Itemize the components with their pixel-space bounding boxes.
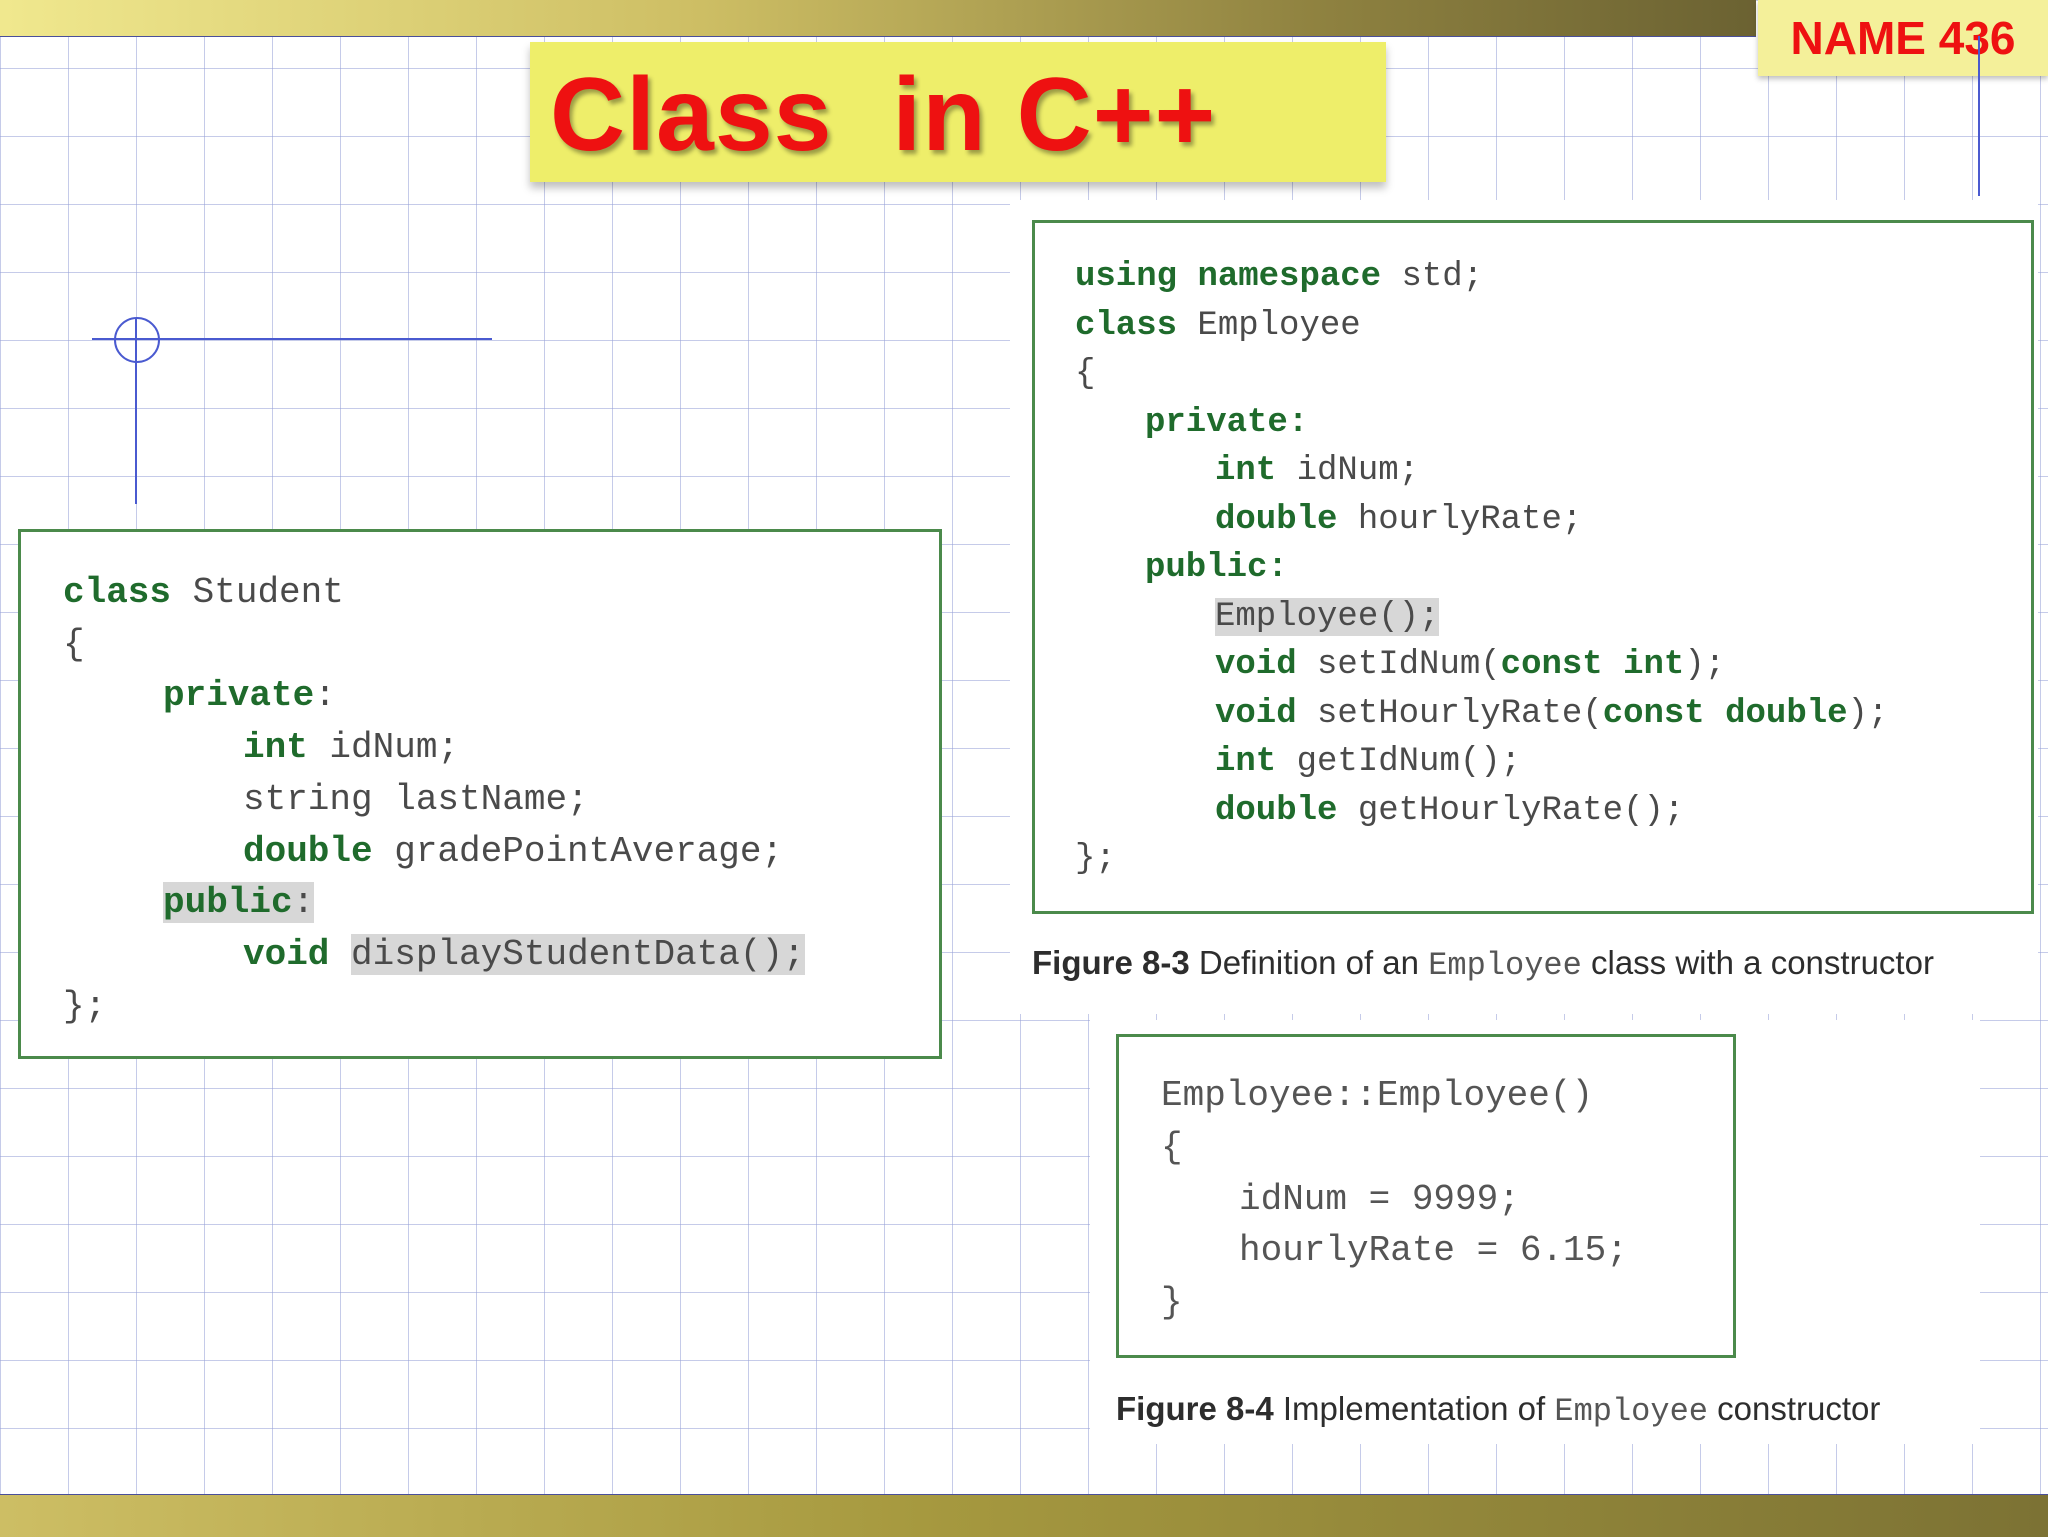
code-line: double gradePointAverage; — [243, 831, 783, 872]
code-line: int getIdNum(); — [1215, 743, 1521, 781]
code-line: using namespace std; — [1075, 258, 1483, 296]
top-decorative-bar — [0, 0, 1756, 37]
keyword: int — [1215, 452, 1277, 490]
code-text: Student — [171, 572, 344, 613]
code-text: getIdNum(); — [1276, 743, 1522, 781]
code-line: void setIdNum(const int); — [1215, 646, 1725, 684]
code-line: public: — [1145, 549, 1288, 587]
title-banner: Class in C++ — [530, 42, 1386, 182]
code-line: void setHourlyRate(const double); — [1215, 695, 1888, 733]
code-line: Employee(); — [1215, 598, 1440, 636]
code-line: { — [63, 624, 85, 665]
keyword: const int — [1500, 646, 1685, 684]
keyword: double — [1215, 792, 1338, 830]
keyword: private — [1145, 404, 1288, 442]
code-text: : — [314, 675, 336, 716]
code-line: }; — [63, 986, 106, 1027]
caption-text: constructor — [1707, 1390, 1881, 1427]
code-line: { — [1075, 355, 1095, 393]
keyword: const double — [1602, 695, 1848, 733]
keyword: public — [163, 882, 293, 923]
code-text: }; — [63, 986, 107, 1027]
code-text: ); — [1847, 695, 1889, 733]
code-text: }; — [1075, 840, 1116, 878]
employee-code-box: using namespace std; class Employee { pr… — [1032, 220, 2034, 914]
code-text: idNum = 9999; — [1239, 1179, 1520, 1220]
keyword: void — [1215, 646, 1297, 684]
bottom-decorative-bar — [0, 1494, 2048, 1537]
keyword: double — [243, 831, 373, 872]
code-line: class Student — [63, 572, 344, 613]
keyword: namespace — [1197, 258, 1382, 296]
slide-title: Class in C++ — [550, 57, 1217, 173]
code-line: string lastName; — [243, 779, 589, 820]
code-line: class Employee — [1075, 307, 1361, 345]
code-text: string lastName; — [243, 779, 589, 820]
code-text: gradePointAverage; — [372, 831, 784, 872]
code-text: : — [292, 882, 315, 923]
code-line: { — [1161, 1127, 1183, 1168]
code-text: hourlyRate; — [1337, 501, 1583, 539]
crosshair-circle-icon — [114, 317, 160, 363]
constructor-code-box: Employee::Employee() { idNum = 9999; hou… — [1116, 1034, 1736, 1358]
caption-code: Employee — [1428, 947, 1582, 984]
figure-label: Figure 8-3 — [1032, 944, 1190, 981]
code-text: { — [63, 624, 85, 665]
code-line: int idNum; — [243, 727, 459, 768]
figure-8-3-caption: Figure 8-3 Definition of an Employee cla… — [1032, 944, 1934, 984]
keyword: int — [243, 727, 308, 768]
code-text: Employee — [1177, 307, 1361, 345]
name-badge: NAME 436 — [1758, 0, 2048, 76]
code-line: }; — [1075, 840, 1116, 878]
code-text: Employee::Employee() — [1161, 1075, 1594, 1116]
code-text: : — [1267, 549, 1288, 587]
code-text: { — [1161, 1127, 1183, 1168]
code-text: : — [1287, 404, 1309, 442]
keyword: void — [243, 934, 330, 975]
highlighted-code: Employee(); — [1215, 598, 1440, 636]
figure-label: Figure 8-4 — [1116, 1390, 1274, 1427]
keyword: public — [1145, 549, 1268, 587]
code-line: hourlyRate = 6.15; — [1239, 1230, 1628, 1271]
code-line: void displayStudentData(); — [243, 934, 805, 975]
code-line: } — [1161, 1282, 1183, 1323]
code-text: getHourlyRate(); — [1337, 792, 1685, 830]
code-line: idNum = 9999; — [1239, 1179, 1520, 1220]
highlighted-code: displayStudentData(); — [351, 934, 805, 975]
keyword: private — [163, 675, 315, 716]
code-line: double getHourlyRate(); — [1215, 792, 1684, 830]
code-text: ); — [1684, 646, 1726, 684]
keyword: class — [63, 572, 172, 613]
caption-text: Implementation of — [1273, 1390, 1555, 1427]
keyword: double — [1215, 501, 1338, 539]
code-text: idNum; — [307, 727, 460, 768]
code-line: private: — [163, 675, 336, 716]
code-line: Employee::Employee() — [1161, 1075, 1593, 1116]
code-line: double hourlyRate; — [1215, 501, 1582, 539]
code-text: setIdNum( — [1296, 646, 1501, 684]
code-text: setHourlyRate( — [1296, 695, 1603, 733]
code-line: private: — [1145, 404, 1308, 442]
code-text: std; — [1381, 258, 1484, 296]
figure-8-4-caption: Figure 8-4 Implementation of Employee co… — [1116, 1390, 1880, 1430]
caption-text: class with a constructor — [1581, 944, 1934, 981]
guide-line-right — [1978, 36, 1980, 196]
code-text: { — [1075, 355, 1096, 393]
code-text: hourlyRate = 6.15; — [1239, 1230, 1628, 1271]
code-line: public: — [163, 882, 315, 923]
keyword: class — [1075, 307, 1178, 345]
keyword: int — [1215, 743, 1277, 781]
code-line: int idNum; — [1215, 452, 1419, 490]
code-text: } — [1161, 1282, 1183, 1323]
student-code-box: class Student { private: int idNum; stri… — [18, 529, 942, 1059]
keyword: void — [1215, 695, 1297, 733]
code-text: idNum; — [1276, 452, 1420, 490]
keyword: using — [1075, 258, 1178, 296]
caption-text: Definition of an — [1189, 944, 1429, 981]
caption-code: Employee — [1554, 1393, 1708, 1430]
